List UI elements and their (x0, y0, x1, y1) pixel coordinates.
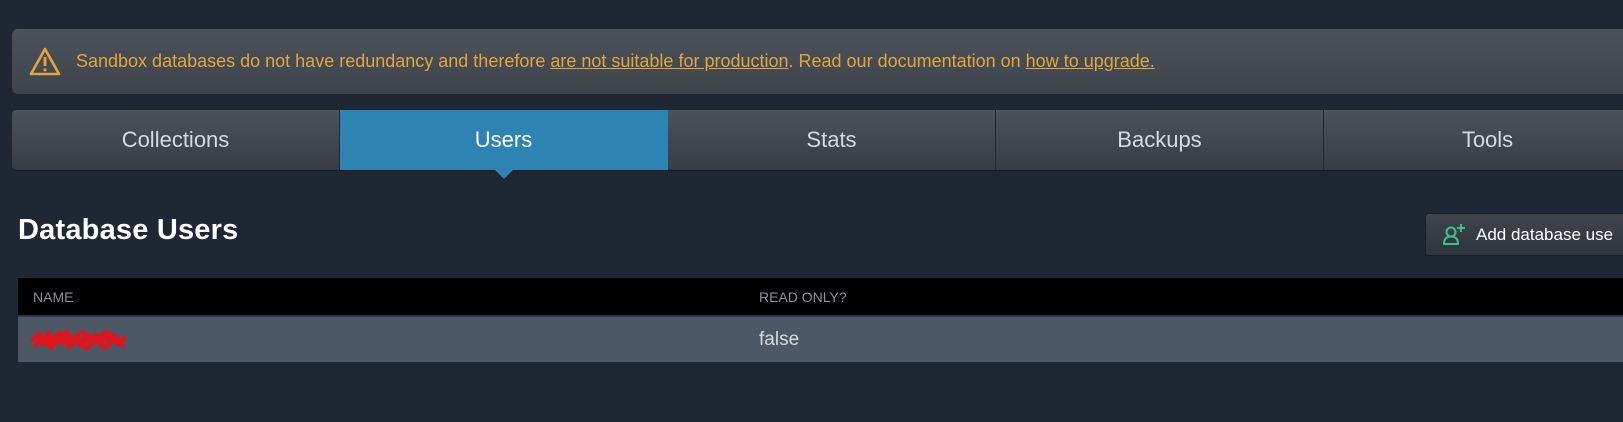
users-table: NAME READ ONLY? false (18, 278, 1623, 362)
not-suitable-link[interactable]: are not suitable for production (550, 51, 788, 71)
add-database-user-button[interactable]: Add database use (1425, 213, 1623, 256)
add-database-user-label: Add database use (1476, 224, 1614, 244)
warning-text-start: Sandbox databases do not have redundancy… (76, 51, 551, 71)
tab-bar: Collections Users Stats Backups Tools (12, 110, 1623, 170)
column-header-name[interactable]: NAME (33, 289, 73, 305)
warning-icon (28, 46, 62, 78)
warning-banner: Sandbox databases do not have redundancy… (12, 29, 1623, 94)
tab-tools[interactable]: Tools (1324, 110, 1623, 170)
column-header-read-only[interactable]: READ ONLY? (759, 289, 847, 305)
tab-users[interactable]: Users (340, 110, 668, 170)
page-title: Database Users (18, 214, 239, 246)
add-user-icon (1442, 223, 1466, 247)
how-to-upgrade-link[interactable]: how to upgrade. (1026, 51, 1155, 71)
tab-stats[interactable]: Stats (668, 110, 996, 170)
table-header: NAME READ ONLY? (18, 278, 1623, 317)
warning-message: Sandbox databases do not have redundancy… (76, 51, 1155, 72)
redacted-username (30, 326, 127, 354)
table-row[interactable]: false (18, 317, 1623, 362)
tab-backups[interactable]: Backups (996, 110, 1324, 170)
tab-collections[interactable]: Collections (12, 110, 340, 170)
warning-text-middle: . Read our documentation on (788, 51, 1026, 71)
read-only-value: false (759, 328, 800, 350)
